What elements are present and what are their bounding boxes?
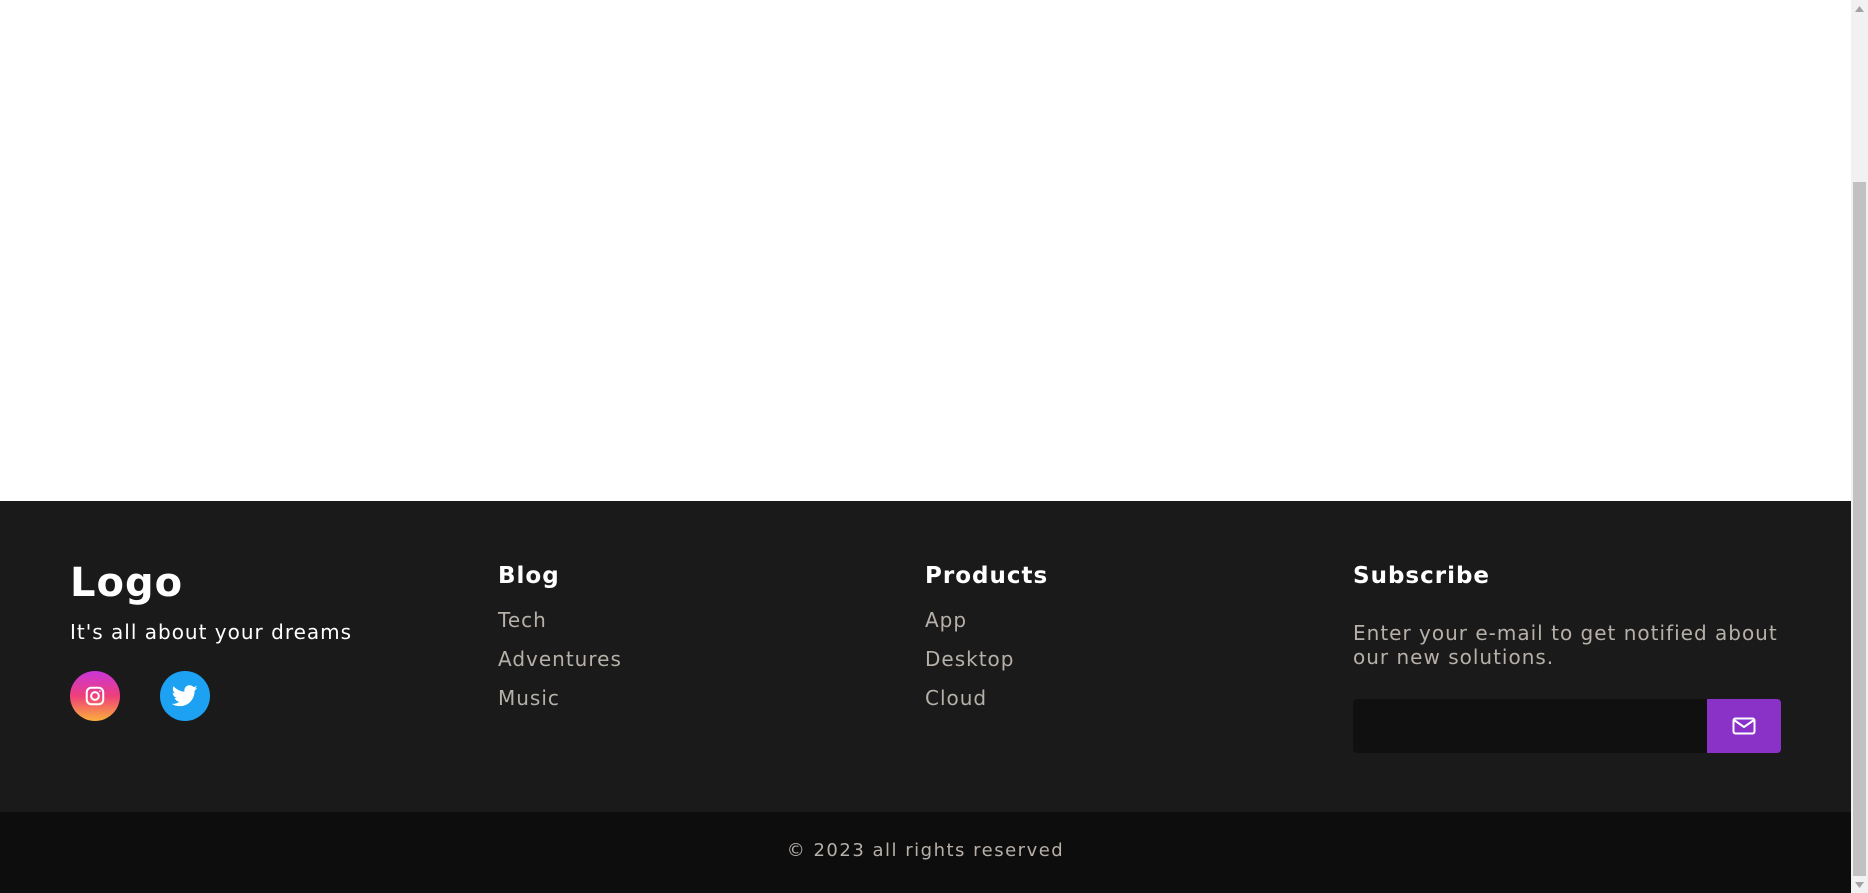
footer: Logo It's all about your dreams Blog Tec… [0,501,1851,812]
copyright-bar: © 2023 all rights reserved [0,812,1851,893]
products-links: App Desktop Cloud [925,601,1325,718]
instagram-link[interactable] [70,671,120,721]
footer-blog-column: Blog Tech Adventures Music [498,561,898,718]
footer-products-column: Products App Desktop Cloud [925,561,1325,718]
subscribe-button[interactable] [1707,699,1781,753]
twitter-link[interactable] [160,671,210,721]
main-content-area [0,0,1851,501]
blog-links: Tech Adventures Music [498,601,898,718]
footer-link-desktop[interactable]: Desktop [925,640,1325,679]
mail-icon [1732,717,1756,735]
subscribe-form [1353,699,1781,753]
page: Logo It's all about your dreams Blog Tec… [0,0,1851,893]
scroll-up-button[interactable] [1851,0,1868,17]
email-input[interactable] [1353,699,1708,753]
scroll-up-arrow-icon [1855,5,1864,12]
footer-tagline: It's all about your dreams [70,620,353,644]
products-heading: Products [925,563,1049,589]
vertical-scrollbar[interactable] [1851,0,1868,893]
footer-brand-column: Logo It's all about your dreams [70,559,470,721]
twitter-icon [172,685,198,707]
scrollbar-thumb[interactable] [1853,182,1866,876]
footer-link-adventures[interactable]: Adventures [498,640,898,679]
footer-link-app[interactable]: App [925,601,1325,640]
copyright-text: © 2023 all rights reserved [786,840,1065,861]
blog-heading: Blog [498,563,560,589]
scroll-down-button[interactable] [1851,876,1868,893]
footer-link-tech[interactable]: Tech [498,601,898,640]
social-links [70,671,470,721]
scroll-down-arrow-icon [1855,881,1864,888]
footer-subscribe-column: Subscribe Enter your e-mail to get notif… [1353,561,1781,753]
subscribe-description: Enter your e-mail to get notified about … [1353,621,1778,669]
footer-logo[interactable]: Logo [70,559,470,607]
subscribe-heading: Subscribe [1353,563,1491,589]
footer-link-cloud[interactable]: Cloud [925,679,1325,718]
instagram-icon [85,686,105,706]
footer-link-music[interactable]: Music [498,679,898,718]
